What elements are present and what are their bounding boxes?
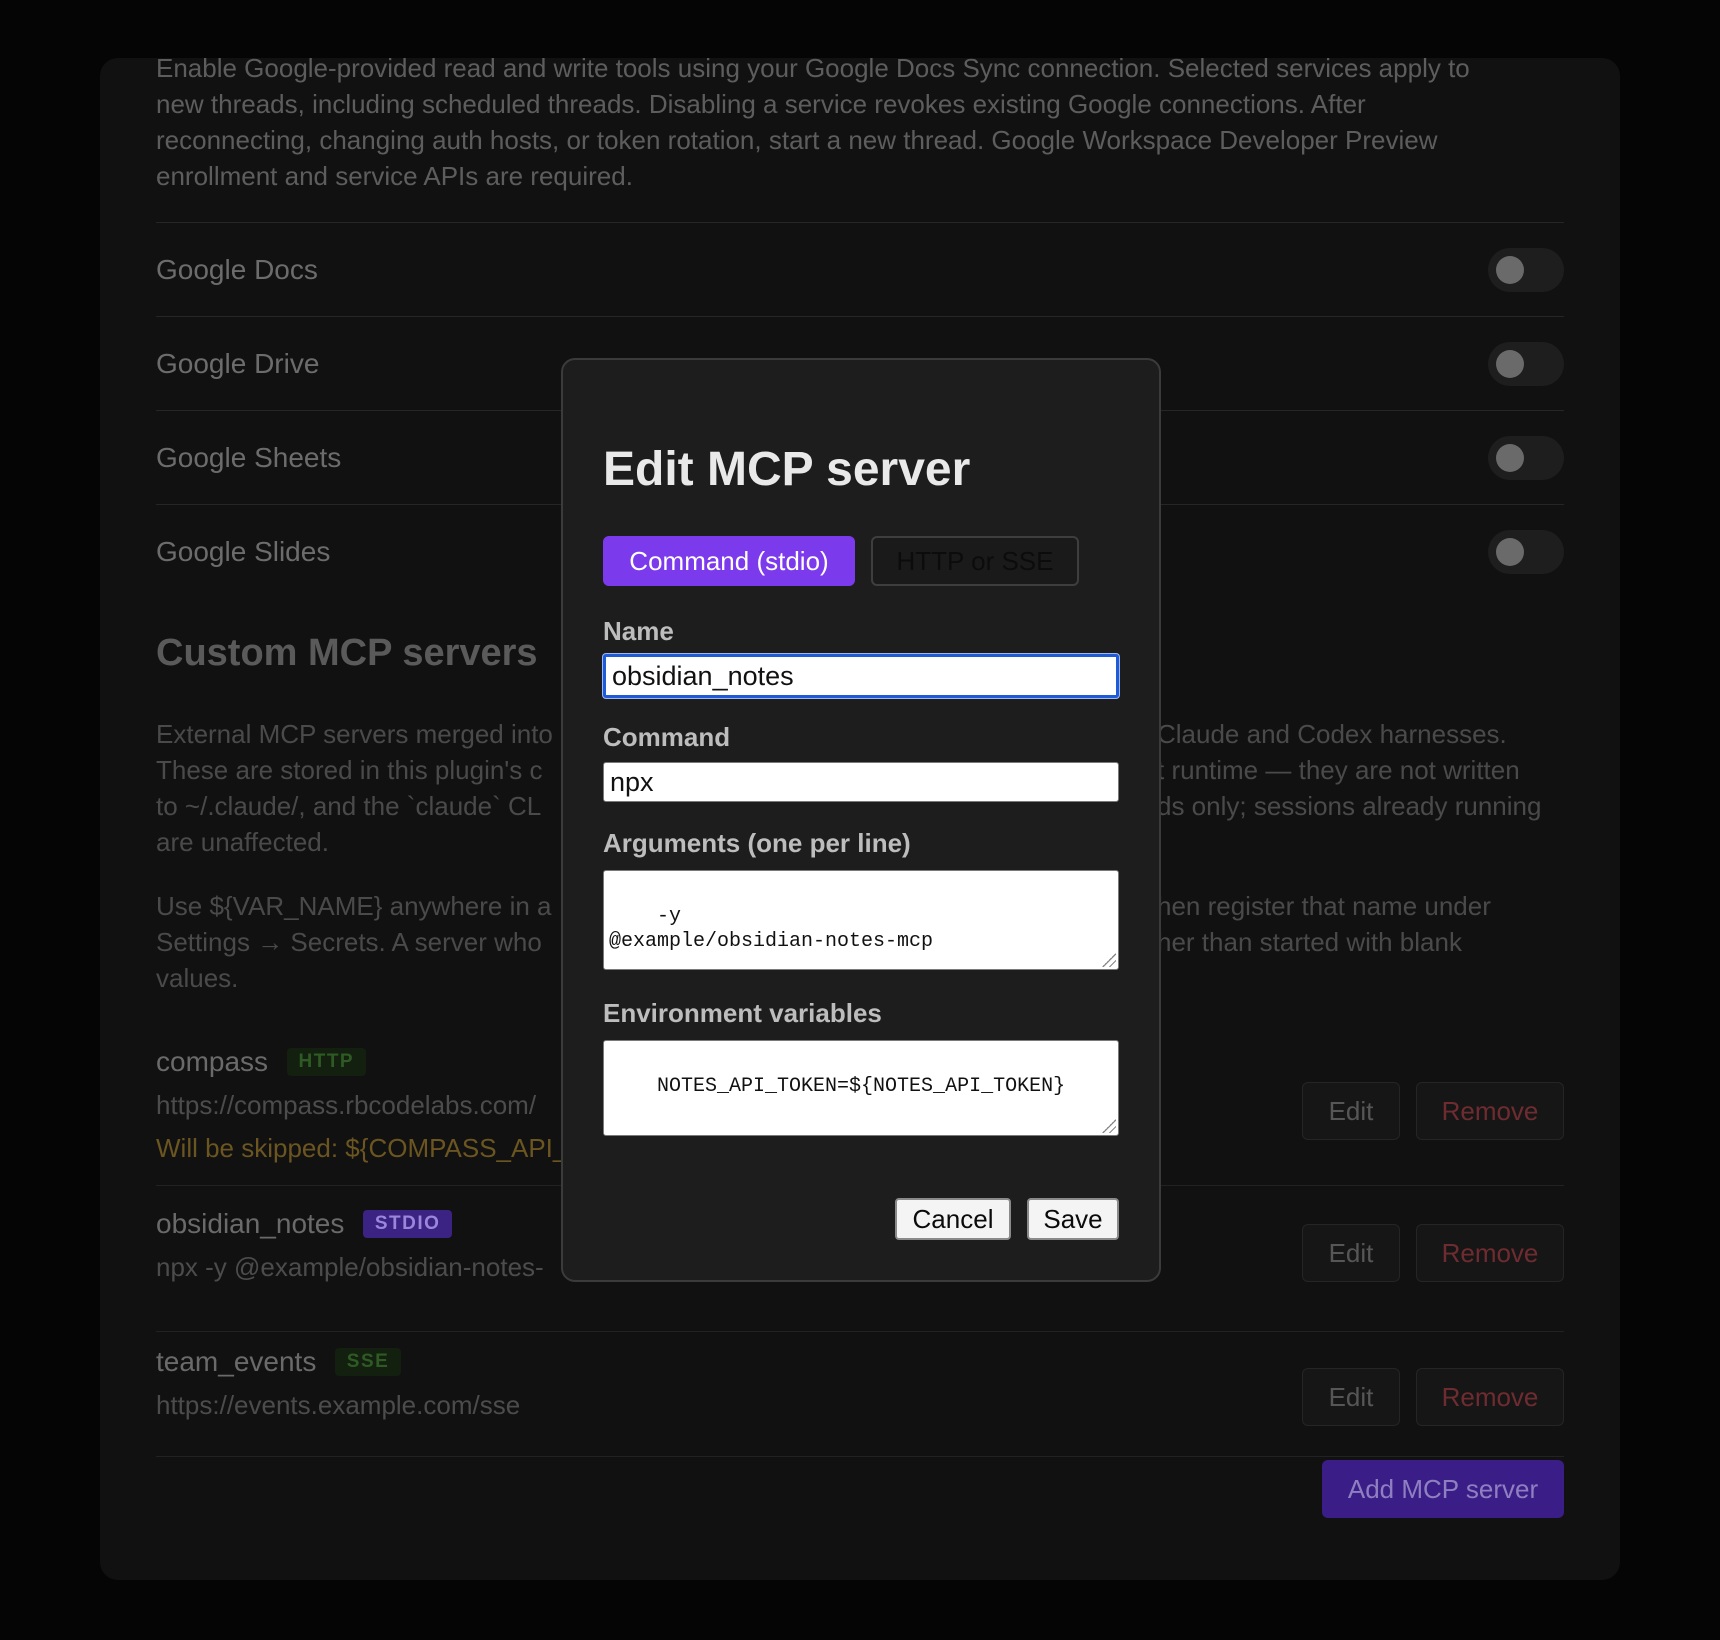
server-type-badge: STDIO (362, 1210, 453, 1238)
desc-line: values. (156, 963, 239, 993)
desc-line: hen register that name under (1157, 891, 1491, 921)
google-drive-toggle[interactable] (1488, 341, 1564, 386)
tab-command-stdio[interactable]: Command (stdio) (603, 536, 855, 586)
google-service-label: Google Drive (156, 347, 320, 379)
transport-tabs: Command (stdio) HTTP or SSE (603, 536, 1079, 586)
desc-line: External MCP servers merged into (156, 719, 553, 749)
server-name: team_events (156, 1346, 317, 1377)
toggle-knob (1496, 255, 1524, 284)
intro-line: Enable Google-provided read and write to… (156, 58, 1470, 83)
save-button[interactable]: Save (1027, 1198, 1119, 1240)
toggle-knob (1496, 349, 1524, 378)
dialog-title: Edit MCP server (603, 443, 971, 496)
tab-http-or-sse[interactable]: HTTP or SSE (871, 536, 1079, 586)
desc-line: are unaffected. (156, 827, 329, 857)
command-label: Command (603, 722, 731, 752)
google-service-label: Google Docs (156, 253, 318, 285)
desc-line: These are stored in this plugin's c (156, 755, 543, 785)
desc-line: to ~/.claude/, and the `claude` CL (156, 791, 542, 821)
server-name: compass (156, 1046, 269, 1077)
desc-line: ds only; sessions already running (1157, 791, 1542, 821)
desc-line: Claude and Codex harnesses. (1157, 719, 1507, 749)
google-intro-text: Enable Google-provided read and write to… (156, 58, 1564, 194)
arguments-textarea[interactable]: -y @example/obsidian-notes-mcp (603, 870, 1119, 970)
server-type-badge: HTTP (286, 1048, 367, 1076)
desc-line: Use ${VAR_NAME} anywhere in a (156, 891, 552, 921)
resize-handle-icon[interactable] (1102, 953, 1116, 967)
name-input[interactable]: obsidian_notes (603, 654, 1119, 698)
intro-line: new threads, including scheduled threads… (156, 89, 1366, 119)
google-service-label: Google Slides (156, 535, 331, 567)
server-actions: Edit Remove (1302, 1224, 1564, 1282)
intro-line: enrollment and service APIs are required… (156, 161, 633, 191)
name-label: Name (603, 616, 674, 646)
environment-variables-text: NOTES_API_TOKEN=${NOTES_API_TOKEN} (657, 1075, 1066, 1098)
server-type-badge: SSE (334, 1348, 402, 1376)
intro-line: reconnecting, changing auth hosts, or to… (156, 125, 1438, 155)
google-service-row-docs: Google Docs (156, 222, 1564, 316)
arguments-text: -y @example/obsidian-notes-mcp (609, 905, 934, 953)
google-slides-toggle[interactable] (1488, 529, 1564, 574)
environment-variables-label: Environment variables (603, 998, 882, 1028)
toggle-knob (1496, 443, 1524, 472)
server-row-team-events: team_events SSE https://events.example.c… (156, 1332, 1564, 1457)
add-mcp-server-button[interactable]: Add MCP server (1322, 1460, 1564, 1518)
remove-button[interactable]: Remove (1416, 1082, 1564, 1140)
edit-button[interactable]: Edit (1302, 1224, 1400, 1282)
desc-line: t runtime — they are not written (1157, 755, 1520, 785)
resize-handle-icon[interactable] (1102, 1119, 1116, 1133)
edit-mcp-server-dialog: Edit MCP server Command (stdio) HTTP or … (561, 358, 1161, 1282)
desc-line: Settings → Secrets. A server who (156, 927, 542, 957)
arguments-label: Arguments (one per line) (603, 828, 911, 858)
environment-variables-textarea[interactable]: NOTES_API_TOKEN=${NOTES_API_TOKEN} (603, 1040, 1119, 1136)
cancel-button[interactable]: Cancel (895, 1198, 1011, 1240)
command-input[interactable]: npx (603, 762, 1119, 802)
google-docs-toggle[interactable] (1488, 247, 1564, 292)
toggle-knob (1496, 537, 1524, 566)
server-name: obsidian_notes (156, 1208, 345, 1239)
server-actions: Edit Remove (1302, 1368, 1564, 1426)
desc-line: her than started with blank (1157, 927, 1462, 957)
remove-button[interactable]: Remove (1416, 1224, 1564, 1282)
google-sheets-toggle[interactable] (1488, 435, 1564, 480)
edit-button[interactable]: Edit (1302, 1082, 1400, 1140)
secrets-description-right: hen register that name under her than st… (1157, 888, 1577, 960)
server-actions: Edit Remove (1302, 1082, 1564, 1140)
edit-button[interactable]: Edit (1302, 1368, 1400, 1426)
google-service-label: Google Sheets (156, 441, 342, 473)
custom-servers-description-right: Claude and Codex harnesses. t runtime — … (1157, 716, 1577, 824)
remove-button[interactable]: Remove (1416, 1368, 1564, 1426)
